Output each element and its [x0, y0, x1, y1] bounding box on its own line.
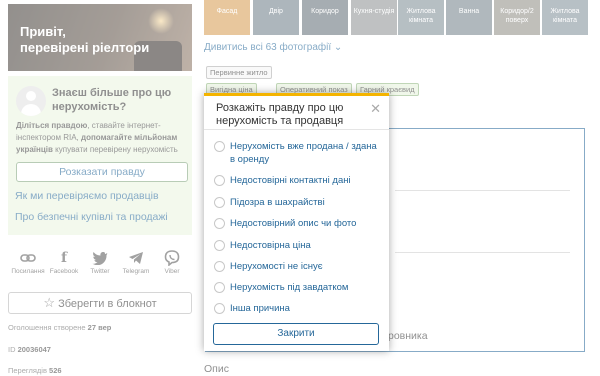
radio-button[interactable] — [214, 282, 225, 293]
radio-button[interactable] — [214, 197, 225, 208]
radio-button[interactable] — [214, 261, 225, 272]
radio-button[interactable] — [214, 303, 225, 314]
modal-divider — [204, 129, 389, 130]
modal-title: Розкажіть правду про цю нерухомість та п… — [216, 102, 344, 127]
radio-button[interactable] — [214, 218, 225, 229]
report-modal: Розкажіть правду про цю нерухомість та п… — [204, 93, 389, 351]
close-button[interactable]: Закрити — [213, 323, 379, 345]
page: Привіт, перевірені ріелтори Знаєш більше… — [0, 0, 600, 376]
radio-button[interactable] — [214, 141, 225, 152]
close-icon[interactable]: ✕ — [370, 102, 381, 115]
radio-button[interactable] — [214, 240, 225, 251]
radio-button[interactable] — [214, 175, 225, 186]
